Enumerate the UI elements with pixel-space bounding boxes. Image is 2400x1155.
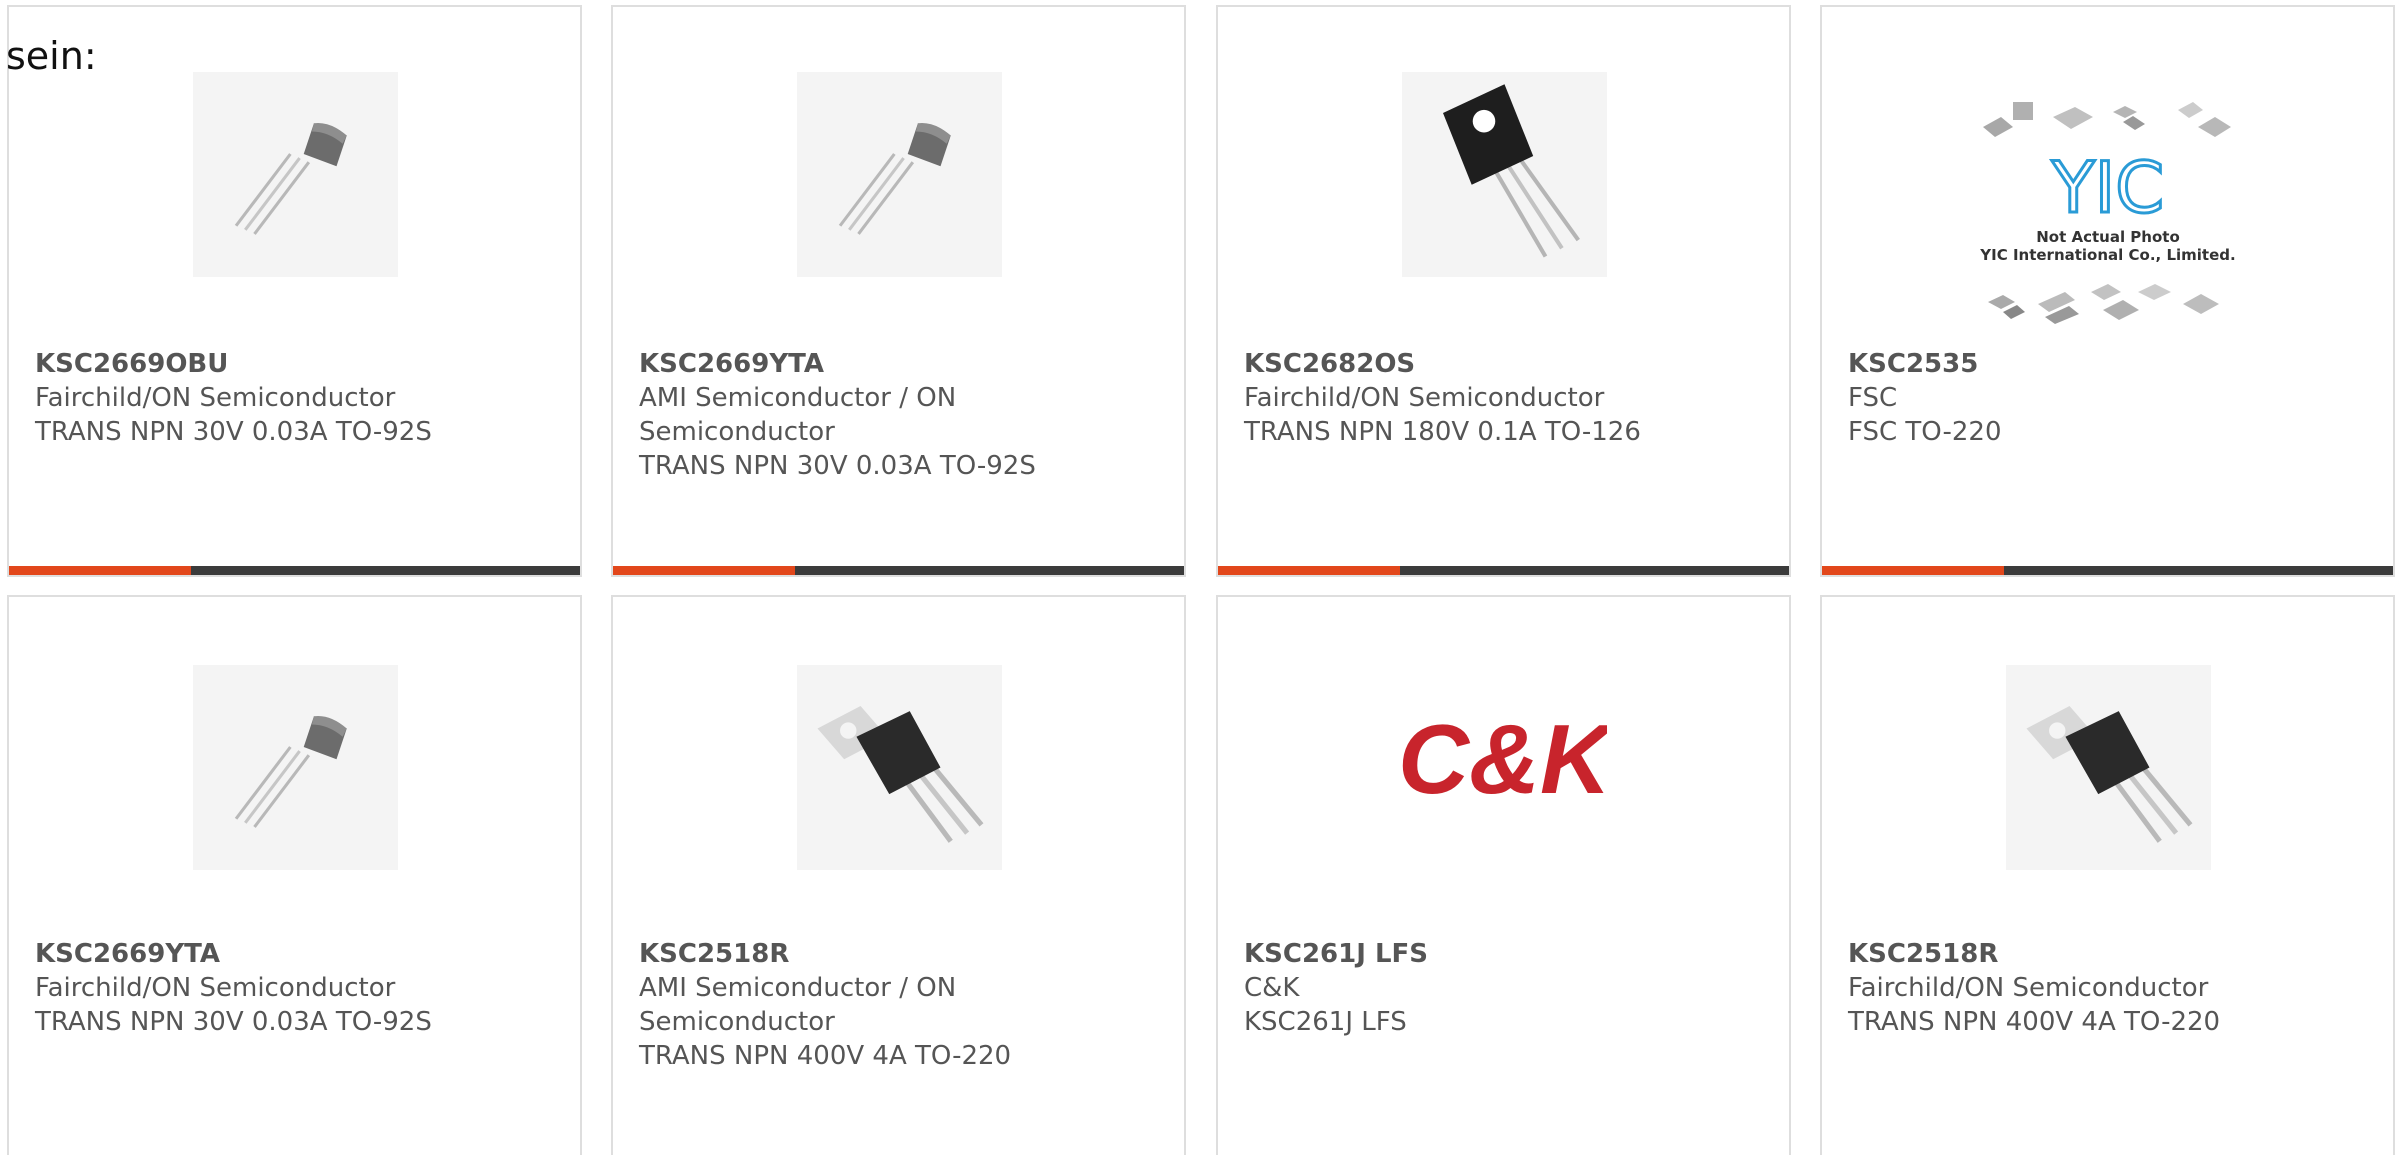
part-number-link[interactable]: KSC261J LFS <box>1244 937 1769 971</box>
card-bottom-bar <box>9 566 580 575</box>
product-image[interactable] <box>2005 665 2211 870</box>
product-card[interactable]: KSC2682OS Fairchild/ON Semiconductor TRA… <box>1216 5 1791 577</box>
card-accent-bar <box>9 566 191 575</box>
manufacturer: Fairchild/ON Semiconductor <box>35 973 396 1003</box>
product-image[interactable] <box>192 665 398 870</box>
to92-transistor-icon <box>796 72 1002 277</box>
part-number-link[interactable]: KSC2669YTA <box>639 347 1164 381</box>
part-number-link[interactable]: KSC2518R <box>1848 937 2373 971</box>
manufacturer-continued: Semiconductor <box>639 1007 835 1037</box>
card-bottom-bar <box>1218 566 1789 575</box>
intro-text: sein: <box>6 34 97 78</box>
product-image[interactable] <box>192 72 398 277</box>
product-image[interactable]: C&K <box>1402 665 1607 870</box>
product-image[interactable] <box>796 665 1002 870</box>
ck-logo-icon: C&K <box>1402 704 1607 814</box>
product-card[interactable]: KSC2518R Fairchild/ON Semiconductor TRAN… <box>1820 595 2395 1155</box>
part-number-link[interactable]: KSC2682OS <box>1244 347 1769 381</box>
description: KSC261J LFS <box>1244 1007 1407 1037</box>
ck-logo-text: C&K <box>1402 704 1607 814</box>
card-accent-bar <box>613 566 795 575</box>
product-card[interactable]: YIC Not Actual Photo YIC International C… <box>1820 5 2395 577</box>
to220-transistor-icon <box>2005 665 2211 870</box>
product-image[interactable] <box>796 72 1002 277</box>
card-bottom-bar <box>613 566 1184 575</box>
product-card[interactable]: C&K KSC261J LFS C&K KSC261J LFS <box>1216 595 1791 1155</box>
not-actual-photo-label: Not Actual Photo <box>2036 228 2180 246</box>
manufacturer: Fairchild/ON Semiconductor <box>35 383 396 413</box>
yic-logo: YIC <box>2050 147 2163 229</box>
description: TRANS NPN 30V 0.03A TO-92S <box>35 1007 432 1037</box>
yic-company-label: YIC International Co., Limited. <box>1979 246 2235 264</box>
product-grid-page: sein: KSC2669OBU Fairchild/ON Semiconduc… <box>0 0 2400 1155</box>
to126-transistor-icon <box>1401 72 1607 277</box>
product-card[interactable]: KSC2518R AMI Semiconductor / ON Semicond… <box>611 595 1186 1155</box>
yic-placeholder-icon: YIC Not Actual Photo YIC International C… <box>1979 102 2235 324</box>
manufacturer: AMI Semiconductor / ON <box>639 383 957 413</box>
description: TRANS NPN 400V 4A TO-220 <box>1848 1007 2221 1037</box>
card-accent-bar <box>1822 566 2004 575</box>
manufacturer: Fairchild/ON Semiconductor <box>1848 973 2209 1003</box>
part-number-link[interactable]: KSC2669YTA <box>35 937 560 971</box>
description: TRANS NPN 30V 0.03A TO-92S <box>35 417 432 447</box>
to220-transistor-icon <box>796 665 1002 870</box>
card-bottom-bar <box>1822 566 2393 575</box>
manufacturer: Fairchild/ON Semiconductor <box>1244 383 1605 413</box>
description: TRANS NPN 400V 4A TO-220 <box>639 1041 1012 1071</box>
manufacturer: C&K <box>1244 973 1300 1003</box>
description: TRANS NPN 30V 0.03A TO-92S <box>639 451 1036 481</box>
product-image[interactable]: YIC Not Actual Photo YIC International C… <box>1973 92 2243 337</box>
description: FSC TO-220 <box>1848 417 2002 447</box>
product-card[interactable]: KSC2669YTA AMI Semiconductor / ON Semico… <box>611 5 1186 577</box>
part-number-link[interactable]: KSC2518R <box>639 937 1164 971</box>
manufacturer: FSC <box>1848 383 1898 413</box>
manufacturer-continued: Semiconductor <box>639 417 835 447</box>
product-card[interactable]: KSC2669YTA Fairchild/ON Semiconductor TR… <box>7 595 582 1155</box>
to92-transistor-icon <box>192 665 398 870</box>
manufacturer: AMI Semiconductor / ON <box>639 973 957 1003</box>
description: TRANS NPN 180V 0.1A TO-126 <box>1244 417 1641 447</box>
product-card[interactable]: KSC2669OBU Fairchild/ON Semiconductor TR… <box>7 5 582 577</box>
product-image[interactable] <box>1401 72 1607 277</box>
card-accent-bar <box>1218 566 1400 575</box>
to92-transistor-icon <box>192 72 398 277</box>
part-number-link[interactable]: KSC2535 <box>1848 347 2373 381</box>
part-number-link[interactable]: KSC2669OBU <box>35 347 560 381</box>
